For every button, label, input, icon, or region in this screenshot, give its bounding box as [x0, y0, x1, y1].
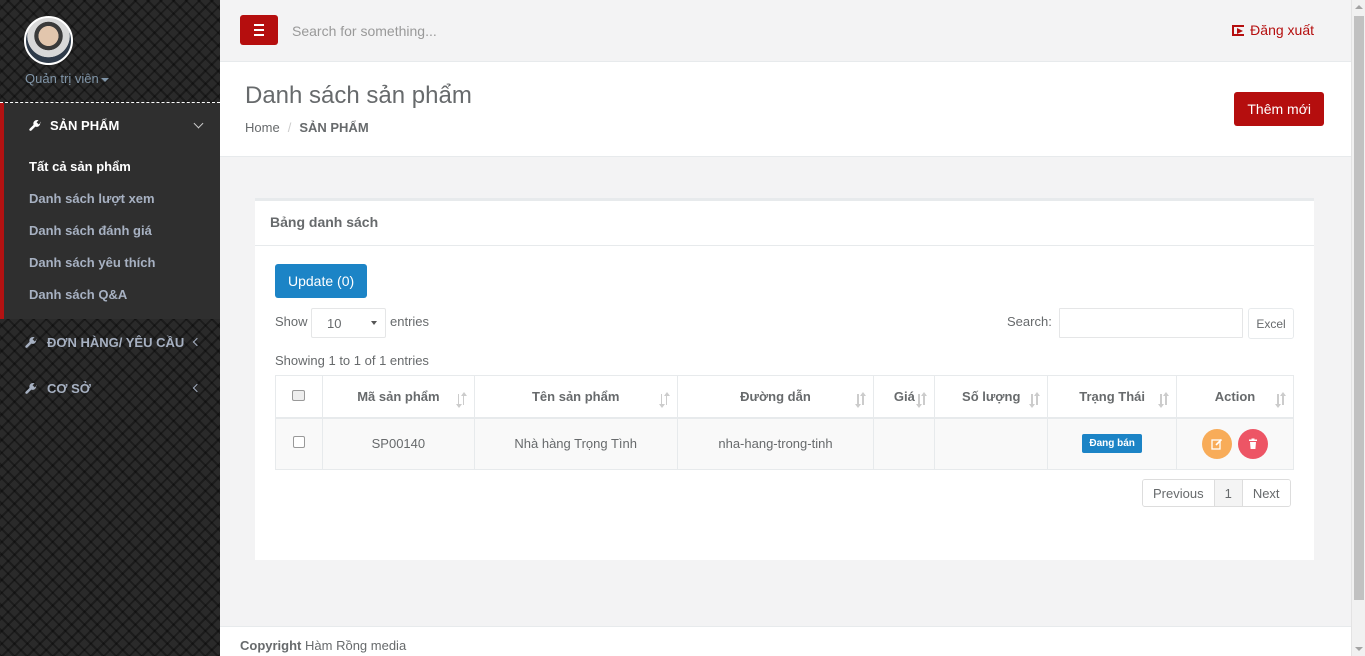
page-title: Danh sách sản phẩm: [245, 82, 472, 109]
showing-info: Showing 1 to 1 of 1 entries: [275, 353, 429, 368]
table-row: SP00140 Nhà hàng Trọng Tình nha-hang-tro…: [275, 417, 1294, 470]
cell-quantity: [934, 417, 1049, 470]
page-heading: Danh sách sản phẩm Home / SẢN PHẨM Thêm mớ…: [220, 62, 1351, 157]
column-header-price[interactable]: Giá: [873, 375, 936, 419]
cell-slug: nha-hang-trong-tinh: [676, 417, 875, 470]
update-button[interactable]: Update (0): [275, 264, 368, 298]
sidebar-item-facilities[interactable]: CƠ SỞ: [0, 365, 220, 411]
vertical-scrollbar[interactable]: [1351, 0, 1365, 656]
breadcrumb-separator: /: [287, 120, 292, 135]
column-header-action[interactable]: Action: [1176, 375, 1294, 419]
sidebar-section-products: SẢN PHẨM Tất cả sản phẩm Danh sách lượt …: [0, 103, 220, 319]
sort-icon: [855, 392, 867, 408]
page-size-value: 10: [327, 316, 342, 331]
scroll-down-arrow-icon[interactable]: [1355, 647, 1363, 651]
chevron-left-icon: [192, 337, 202, 347]
pagination-page-1[interactable]: 1: [1214, 480, 1243, 506]
row-select-cell: [275, 417, 323, 470]
panel-title: Bảng danh sách: [255, 201, 1314, 246]
pagination-next[interactable]: Next: [1242, 480, 1290, 506]
sidebar: Quản trị viên SẢN PHẨM Tất cả sản phẩm D…: [0, 0, 220, 656]
sort-icon: [1029, 392, 1041, 408]
column-header-slug[interactable]: Đường dẫn: [676, 375, 875, 419]
chevron-down-icon: [193, 118, 204, 129]
show-label: Show: [275, 314, 308, 329]
breadcrumb: Home / SẢN PHẨM: [245, 120, 369, 135]
pagination-previous[interactable]: Previous: [1143, 480, 1215, 506]
sort-icon: [1275, 392, 1286, 408]
edit-icon: [1211, 438, 1223, 450]
search-input[interactable]: [292, 20, 692, 42]
delete-button[interactable]: [1237, 428, 1268, 459]
cell-actions: [1176, 417, 1294, 470]
row-checkbox[interactable]: [292, 436, 305, 449]
sidebar-item-label: CƠ SỞ: [47, 381, 91, 396]
sidebar-item-label: ĐƠN HÀNG/ YÊU CẦU: [47, 335, 185, 350]
wrench-icon: [25, 336, 37, 348]
pagination: Previous 1 Next: [1142, 479, 1291, 507]
status-badge: Đang bán: [1082, 434, 1142, 454]
profile-menu[interactable]: Quản trị viên: [25, 71, 109, 86]
wrench-icon: [25, 382, 37, 394]
sort-icon: [658, 392, 670, 408]
company-name: Hàm Rồng media: [305, 638, 407, 653]
wrench-icon: [29, 119, 41, 131]
column-header-quantity[interactable]: Số lượng: [934, 375, 1049, 419]
column-header-status[interactable]: Trạng Thái: [1047, 375, 1178, 419]
sort-icon: [916, 392, 928, 408]
entries-label: entries: [390, 314, 430, 329]
submenu-item-favorites[interactable]: Danh sách yêu thích: [29, 255, 155, 270]
sign-out-icon: [1232, 25, 1245, 36]
sort-icon: [455, 392, 467, 408]
sidebar-item-products[interactable]: SẢN PHẨM: [4, 103, 220, 149]
table-header-row: Mã sản phẩm Tên sản phẩm Đường dẫn Giá S…: [275, 375, 1294, 419]
edit-button[interactable]: [1202, 428, 1233, 459]
excel-export-button[interactable]: Excel: [1248, 308, 1294, 339]
submenu-item-reviews[interactable]: Danh sách đánh giá: [29, 223, 152, 238]
hamburger-icon: [254, 24, 264, 26]
column-header-code[interactable]: Mã sản phẩm: [321, 375, 475, 419]
select-all-checkbox-icon: [292, 389, 306, 401]
cell-code: SP00140: [321, 417, 475, 470]
chevron-left-icon: [192, 383, 202, 393]
menu-toggle-button[interactable]: [240, 15, 278, 45]
sidebar-item-orders[interactable]: ĐƠN HÀNG/ YÊU CẦU: [0, 319, 220, 365]
cell-name: Nhà hàng Trọng Tình: [473, 417, 678, 470]
submenu-item-all-products[interactable]: Tất cả sản phẩm: [29, 159, 131, 174]
column-header-name[interactable]: Tên sản phẩm: [473, 375, 678, 419]
sidebar-item-label: SẢN PHẨM: [50, 118, 120, 133]
breadcrumb-home[interactable]: Home: [245, 120, 280, 135]
logout-label: Đăng xuất: [1250, 22, 1314, 38]
submenu-item-views[interactable]: Danh sách lượt xem: [29, 191, 155, 206]
logout-link[interactable]: Đăng xuất: [1232, 22, 1314, 38]
profile-name: Quản trị viên: [25, 71, 99, 86]
cell-price: [873, 417, 936, 470]
top-navbar: Đăng xuất: [220, 0, 1351, 62]
trash-icon: [1248, 438, 1257, 449]
product-table: Mã sản phẩm Tên sản phẩm Đường dẫn Giá S…: [275, 375, 1294, 470]
scroll-up-arrow-icon[interactable]: [1355, 5, 1363, 9]
breadcrumb-current: SẢN PHẨM: [299, 120, 369, 135]
cell-status: Đang bán: [1047, 417, 1178, 470]
avatar[interactable]: [24, 16, 73, 65]
sort-icon: [1158, 392, 1170, 408]
table-search-label: Search:: [1007, 314, 1052, 329]
add-new-button[interactable]: Thêm mới: [1234, 92, 1324, 126]
footer: Copyright Hàm Rồng media: [220, 626, 1351, 656]
select-all-header[interactable]: [275, 375, 323, 419]
table-search-input[interactable]: [1059, 308, 1243, 338]
submenu-item-qa[interactable]: Danh sách Q&A: [29, 287, 127, 302]
scrollbar-thumb[interactable]: [1354, 16, 1364, 600]
profile-section: Quản trị viên: [0, 0, 220, 103]
caret-down-icon: [100, 77, 109, 82]
page-size-select[interactable]: 10: [311, 308, 386, 338]
product-list-panel: Bảng danh sách Update (0) Show 10 entrie…: [255, 198, 1314, 560]
copyright-label: Copyright: [240, 638, 302, 653]
